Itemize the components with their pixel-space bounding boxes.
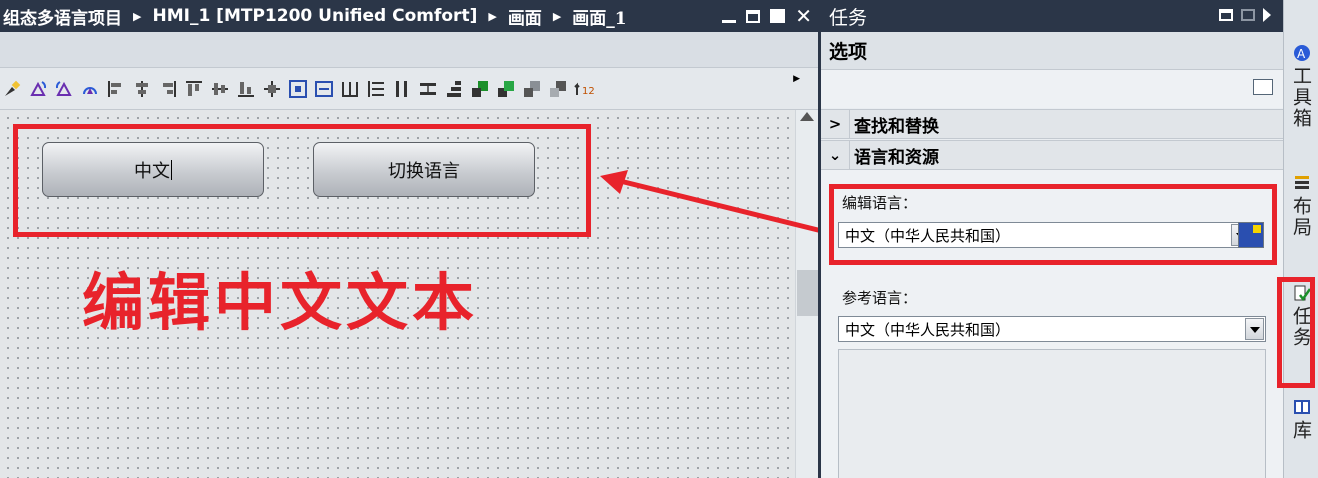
annotation-highlight-edit-language <box>829 184 1277 265</box>
options-header: 选项 <box>821 32 1283 70</box>
side-tab-library-label: 库 <box>1290 420 1312 441</box>
center-icon[interactable] <box>262 79 282 99</box>
reference-language-value: 中文（中华人民共和国） <box>845 320 1011 339</box>
annotation-caption: 编辑中文文本 <box>82 266 479 339</box>
send-backward-icon[interactable] <box>522 79 542 99</box>
collapse-panel-icon[interactable] <box>1263 8 1271 22</box>
align-left-icon[interactable] <box>106 79 126 99</box>
panel-controls <box>1219 8 1271 22</box>
breadcrumb-screen[interactable]: 画面_1 <box>569 4 629 29</box>
svg-text:A: A <box>1297 47 1306 61</box>
align-bottom-icon[interactable] <box>236 79 256 99</box>
tia-portal-window: 组态多语言项目 ▶ HMI_1 [MTP1200 Unified Comfort… <box>0 0 1318 478</box>
panel-view-icon[interactable] <box>1253 79 1273 95</box>
send-back-icon[interactable] <box>548 79 568 99</box>
flip-icon[interactable] <box>80 79 100 99</box>
breadcrumb-screens[interactable]: 画面 <box>505 4 545 29</box>
section-find-replace[interactable]: > 查找和替换 <box>821 109 1283 139</box>
annotation-highlight-buttons <box>13 124 591 237</box>
breadcrumb-separator-icon: ▶ <box>488 9 497 23</box>
editor-title-bar: 组态多语言项目 ▶ HMI_1 [MTP1200 Unified Comfort… <box>0 0 818 32</box>
spacing-icon[interactable] <box>418 79 438 99</box>
scroll-thumb[interactable] <box>797 270 818 316</box>
toolbar-overflow-icon[interactable]: ▶ <box>793 74 800 84</box>
tasks-panel-title: 任务 <box>829 6 868 29</box>
editor-subbar <box>0 32 818 68</box>
tab-order-icon[interactable]: 12 <box>574 79 594 99</box>
side-tab-toolbox[interactable]: A 工具箱 <box>1284 44 1318 129</box>
breadcrumb-separator-icon: ▶ <box>133 9 142 23</box>
section-find-replace-label[interactable]: 查找和替换 <box>849 110 939 138</box>
align-top-icon[interactable] <box>184 79 204 99</box>
align-right-icon[interactable] <box>158 79 178 99</box>
close-icon[interactable]: ✕ <box>795 6 812 26</box>
restore-icon[interactable] <box>746 9 761 23</box>
annotation-arrow-icon <box>600 170 827 235</box>
editor-toolbar: 12 ▶ <box>0 68 818 110</box>
side-tab-strip: A 工具箱 布局 任务 库 <box>1283 0 1318 478</box>
distribute-v-icon[interactable] <box>366 79 386 99</box>
rotate-cw-icon[interactable] <box>28 79 48 99</box>
minimize-icon[interactable] <box>722 19 737 23</box>
chevron-down-icon[interactable]: ⌄ <box>821 146 849 164</box>
same-height-icon[interactable] <box>392 79 412 99</box>
breadcrumb-project[interactable]: 组态多语言项目 <box>0 4 125 29</box>
reference-language-label: 参考语言： <box>842 289 918 307</box>
options-toolbar <box>821 70 1283 108</box>
format-brush-icon[interactable] <box>2 79 22 99</box>
align-center-icon[interactable] <box>132 79 152 99</box>
reference-text-area <box>838 349 1266 478</box>
rotate-ccw-icon[interactable] <box>54 79 74 99</box>
layout-icon <box>1294 176 1309 189</box>
canvas-scrollbar[interactable] <box>795 110 818 478</box>
chevron-down-icon[interactable] <box>1245 318 1264 340</box>
library-icon <box>1293 400 1310 414</box>
bring-forward-icon[interactable] <box>496 79 516 99</box>
section-language-resources[interactable]: ⌄ 语言和资源 <box>821 140 1283 170</box>
chevron-right-icon[interactable]: > <box>821 115 849 133</box>
breadcrumb-device[interactable]: HMI_1 [MTP1200 Unified Comfort] <box>149 6 480 26</box>
float-panel-icon[interactable] <box>1219 9 1233 21</box>
section-language-resources-label[interactable]: 语言和资源 <box>849 141 939 169</box>
stack-icon[interactable] <box>444 79 464 99</box>
tasks-panel-title-bar: 任务 <box>821 0 1283 32</box>
side-tab-library[interactable]: 库 <box>1284 398 1318 441</box>
options-header-label: 选项 <box>829 41 868 63</box>
toolbox-icon: A <box>1293 45 1310 61</box>
side-tab-toolbox-label: 工具箱 <box>1290 66 1312 129</box>
same-size-icon[interactable] <box>288 79 308 99</box>
bring-front-icon[interactable] <box>470 79 490 99</box>
align-middle-icon[interactable] <box>210 79 230 99</box>
window-controls: ✕ <box>722 0 812 32</box>
maximize-icon[interactable] <box>770 9 786 23</box>
annotation-highlight-tasks-tab <box>1277 277 1315 388</box>
dock-panel-icon[interactable] <box>1241 9 1255 21</box>
same-width-icon[interactable] <box>314 79 334 99</box>
scroll-up-icon[interactable] <box>800 112 814 121</box>
distribute-h-icon[interactable] <box>340 79 360 99</box>
side-tab-layout[interactable]: 布局 <box>1284 174 1318 238</box>
svg-text:12: 12 <box>582 86 594 97</box>
side-tab-layout-label: 布局 <box>1290 196 1312 238</box>
breadcrumb-separator-icon: ▶ <box>552 9 562 23</box>
reference-language-select[interactable]: 中文（中华人民共和国） <box>838 316 1266 342</box>
